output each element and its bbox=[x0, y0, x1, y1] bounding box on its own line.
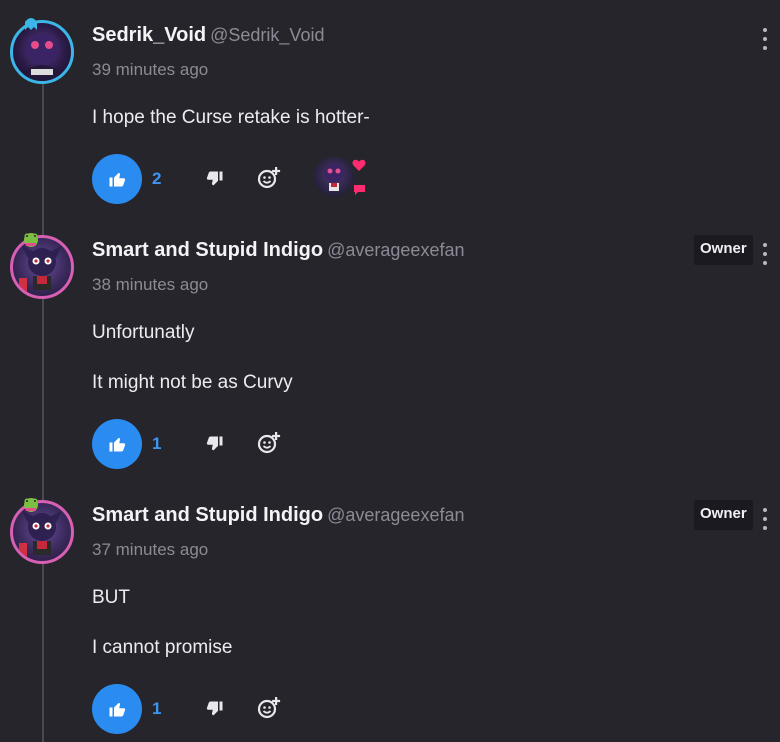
thumbs-up-icon bbox=[109, 173, 126, 187]
thumbs-down-icon bbox=[206, 171, 223, 186]
comment-text: Unfortunatly bbox=[92, 322, 195, 343]
comment-text: It might not be as Curvy bbox=[92, 372, 293, 393]
more-options-icon[interactable] bbox=[758, 243, 772, 265]
more-options-icon[interactable] bbox=[758, 508, 772, 530]
user-handle[interactable]: @averageexefan bbox=[327, 240, 464, 260]
heart-icon bbox=[352, 159, 366, 171]
avatar[interactable] bbox=[10, 20, 74, 84]
username-text[interactable]: Smart and Stupid Indigo bbox=[92, 504, 323, 526]
like-button[interactable] bbox=[92, 419, 142, 469]
add-reaction-icon bbox=[257, 432, 281, 454]
add-reaction-icon bbox=[257, 167, 281, 189]
username[interactable]: Sedrik_Void @Sedrik_Void bbox=[92, 24, 324, 47]
like-count: 1 bbox=[152, 699, 162, 718]
add-reaction-button[interactable] bbox=[256, 695, 282, 721]
username[interactable]: Smart and Stupid Indigo @averageexefan bbox=[92, 504, 464, 527]
username-text[interactable]: Sedrik_Void bbox=[92, 24, 206, 46]
more-options-icon[interactable] bbox=[758, 28, 772, 50]
comment-text: I cannot promise bbox=[92, 637, 233, 658]
add-reaction-button[interactable] bbox=[256, 430, 282, 456]
like-button[interactable] bbox=[92, 154, 142, 204]
like-count: 2 bbox=[152, 169, 162, 188]
user-handle[interactable]: @Sedrik_Void bbox=[210, 25, 324, 45]
comment-text: BUT bbox=[92, 587, 130, 608]
thumbs-up-icon bbox=[109, 438, 126, 452]
thumbs-up-icon bbox=[109, 703, 126, 717]
owner-badge: Owner bbox=[694, 235, 753, 265]
dislike-button[interactable] bbox=[202, 166, 228, 192]
like-count: 1 bbox=[152, 434, 162, 453]
frog-badge-icon bbox=[24, 498, 38, 512]
timestamp: 38 minutes ago bbox=[92, 275, 209, 294]
ghost-badge-icon bbox=[25, 18, 37, 30]
add-reaction-button[interactable] bbox=[256, 165, 282, 191]
avatar[interactable] bbox=[10, 235, 74, 299]
comment-text: I hope the Curse retake is hotter- bbox=[92, 107, 370, 128]
thumbs-down-icon bbox=[206, 701, 223, 716]
dislike-button[interactable] bbox=[202, 431, 228, 457]
creator-reaction-avatar bbox=[314, 157, 354, 197]
comment-icon bbox=[354, 185, 365, 195]
timestamp: 37 minutes ago bbox=[92, 540, 209, 559]
avatar[interactable] bbox=[10, 500, 74, 564]
thread-line bbox=[42, 80, 44, 742]
owner-badge: Owner bbox=[694, 500, 753, 530]
thumbs-down-icon bbox=[206, 436, 223, 451]
timestamp: 39 minutes ago bbox=[92, 60, 209, 79]
like-button[interactable] bbox=[92, 684, 142, 734]
username[interactable]: Smart and Stupid Indigo @averageexefan bbox=[92, 239, 464, 262]
add-reaction-icon bbox=[257, 697, 281, 719]
username-text[interactable]: Smart and Stupid Indigo bbox=[92, 239, 323, 261]
frog-badge-icon bbox=[24, 233, 38, 247]
dislike-button[interactable] bbox=[202, 696, 228, 722]
user-handle[interactable]: @averageexefan bbox=[327, 505, 464, 525]
